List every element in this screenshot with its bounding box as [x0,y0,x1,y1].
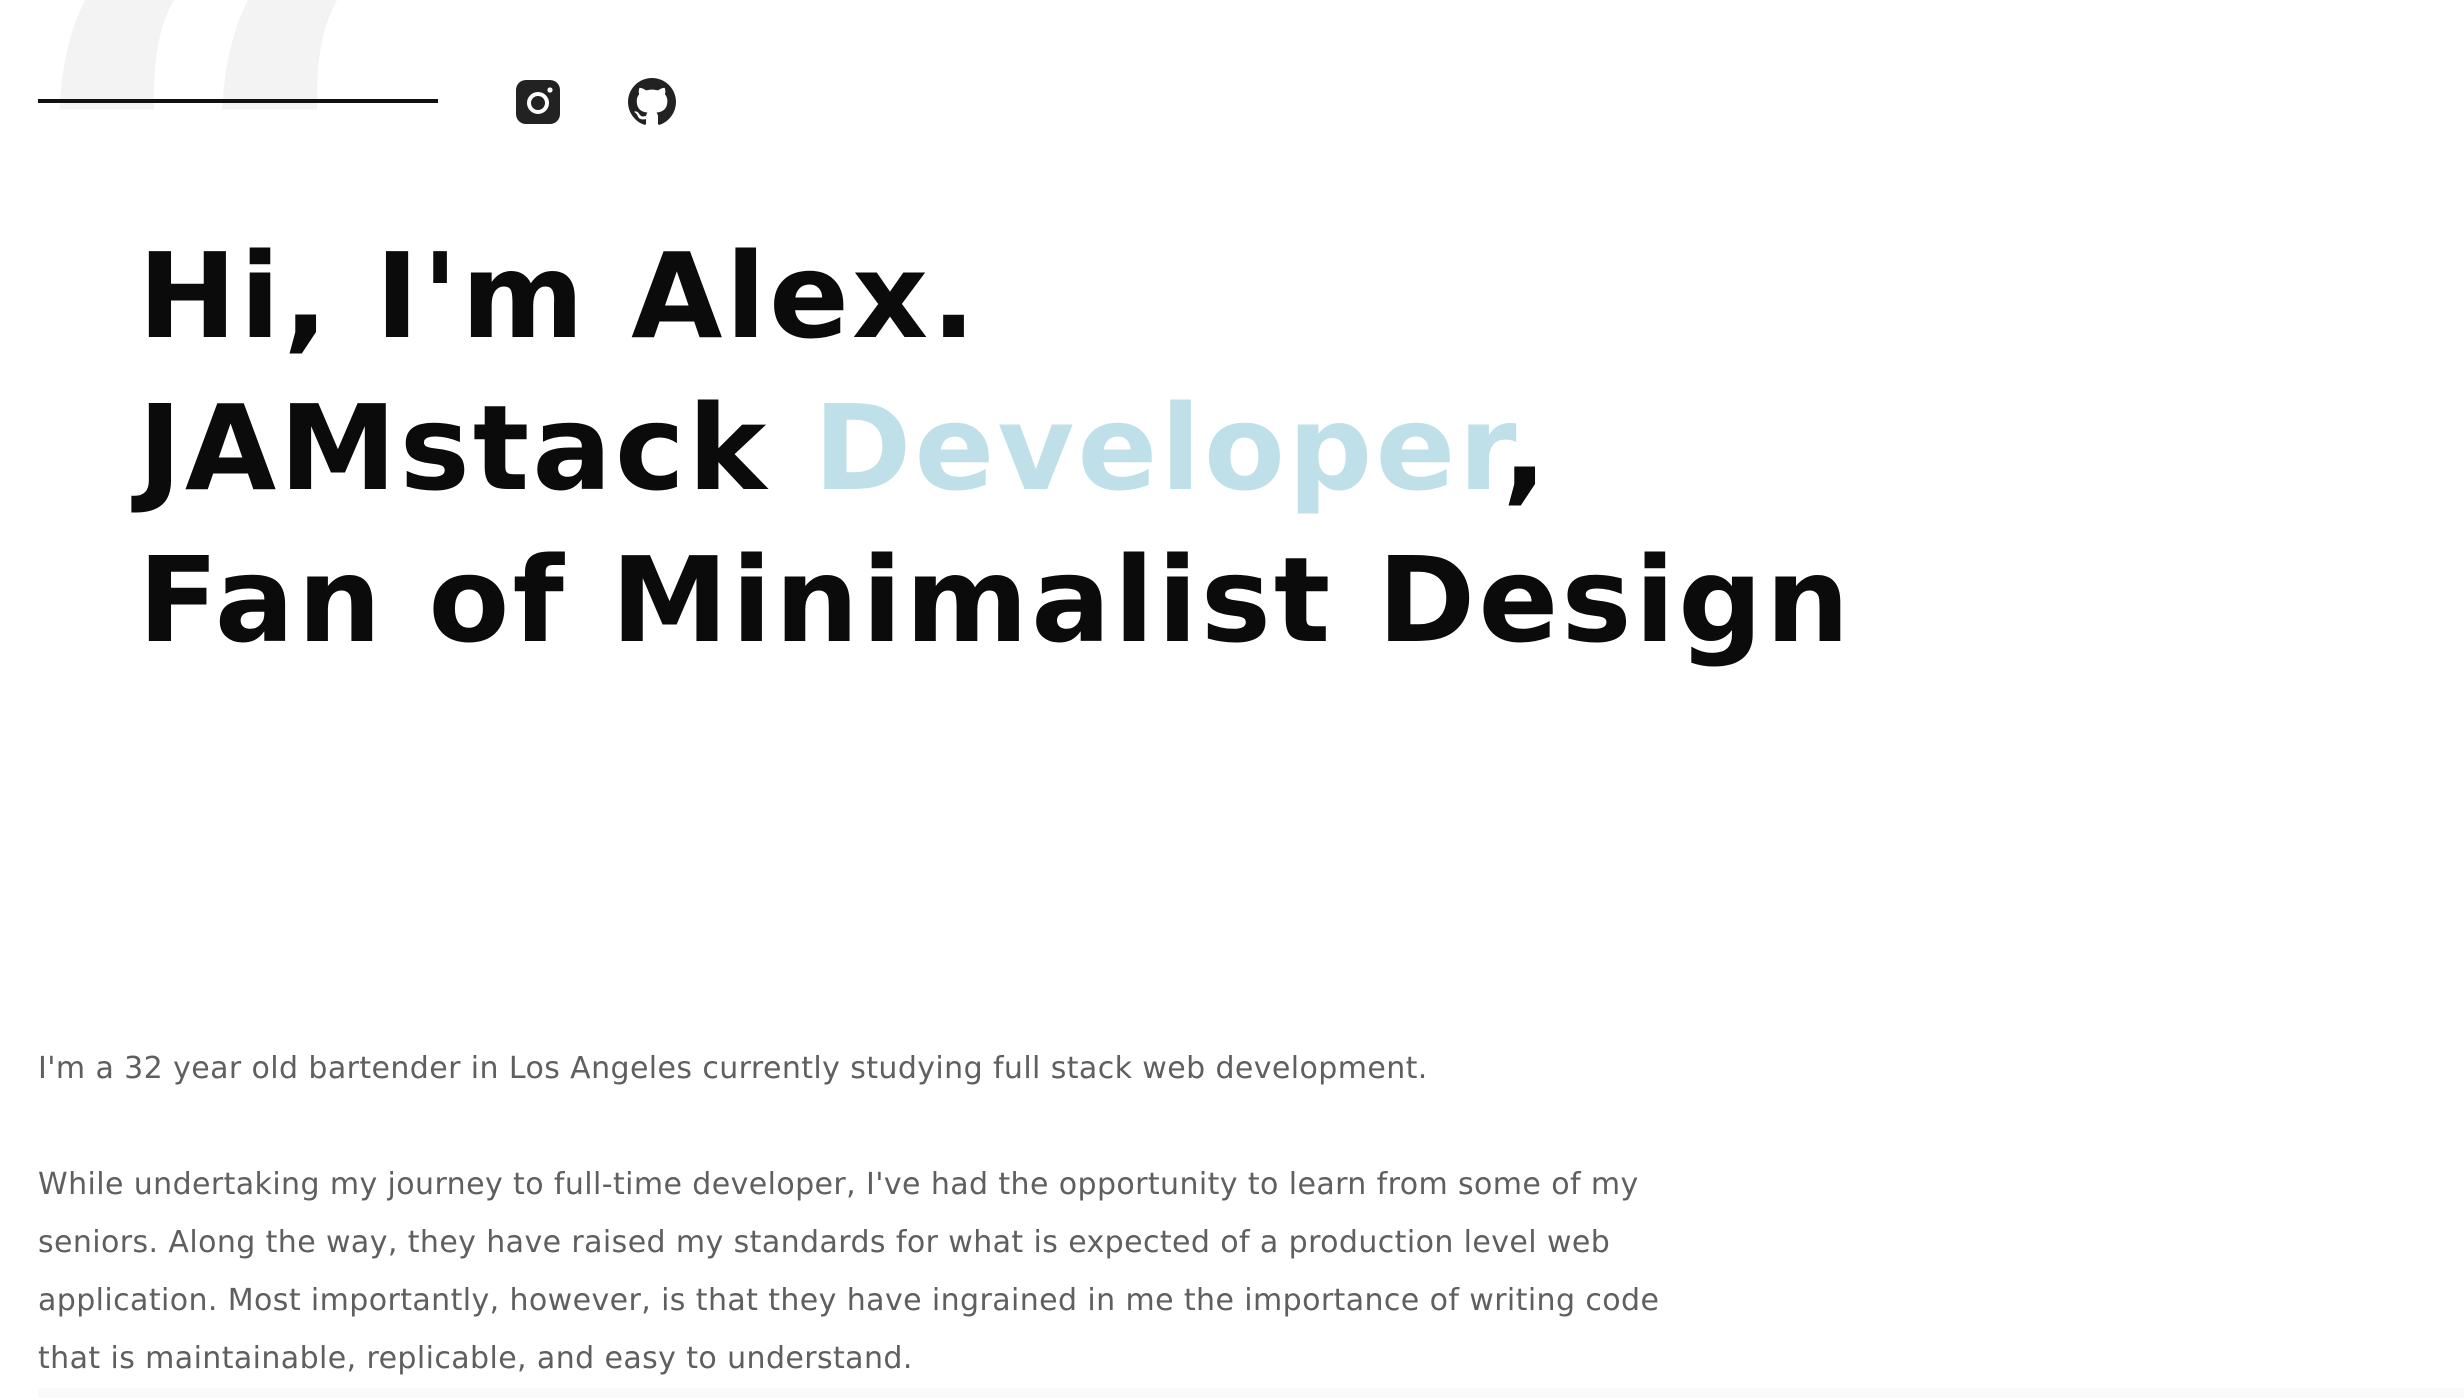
about-paragraph-intro: I'm a 32 year old bartender in Los Angel… [38,1051,1428,1086]
hero-heading: Hi, I'm Alex. JAMstack Developer, Fan of… [138,220,1853,676]
social-links [514,78,742,126]
instagram-icon [516,80,560,124]
hero-line-greeting: Hi, I'm Alex. [138,227,979,365]
about-paragraph-journey: While undertaking my journey to full-tim… [38,1167,1660,1376]
hero-role-prefix: JAMstack [138,379,814,517]
hero-role-accent: Developer [813,379,1503,517]
hero-line-tagline: Fan of Minimalist Design [138,531,1853,669]
section-divider [38,1388,2464,1398]
hero-line-role: JAMstack Developer, [138,372,1853,524]
instagram-link[interactable] [514,78,562,126]
github-link[interactable] [628,78,676,126]
about-section: I'm a 32 year old bartender in Los Angel… [38,1040,1678,1388]
hero-role-suffix: , [1502,379,1551,517]
top-bar [38,72,742,132]
header-rule [38,99,438,103]
github-icon [628,78,676,125]
